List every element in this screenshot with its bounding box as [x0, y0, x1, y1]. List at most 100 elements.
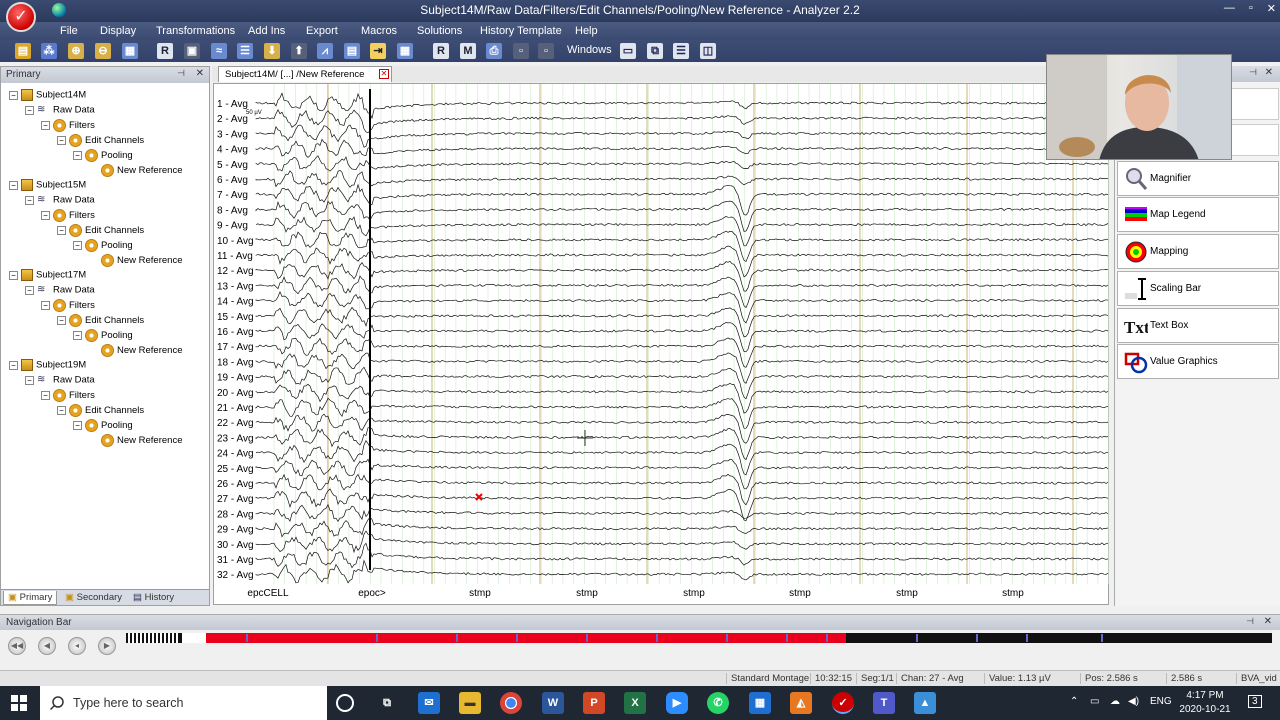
channel-label[interactable]: 27 - Avg — [217, 494, 254, 505]
collapse-icon[interactable]: − — [25, 375, 34, 385]
eeg-view[interactable]: 1 - Avg 2 - Avg 3 - Avg 4 - Avg 5 - Avg 6 - A… — [213, 83, 1109, 605]
tree-item[interactable]: − Edit Channels — [57, 314, 144, 329]
tool-text-box[interactable]: Txt Text Box — [1117, 308, 1279, 343]
collapse-icon[interactable]: − — [9, 90, 18, 100]
channel-label[interactable]: 22 - Avg — [217, 418, 254, 429]
analyzer-app-icon[interactable]: ✓ — [6, 2, 36, 32]
channel-label[interactable]: 26 - Avg — [217, 479, 254, 490]
pin-icon[interactable]: ⊣ — [1249, 67, 1257, 78]
tree-item[interactable]: − Edit Channels — [57, 134, 144, 149]
collapse-icon[interactable]: − — [41, 121, 50, 130]
collapse-icon[interactable]: − — [41, 211, 50, 220]
grid-icon[interactable]: ▣ — [184, 43, 200, 59]
tree-item[interactable]: − Edit Channels — [57, 224, 144, 239]
collapse-icon[interactable]: − — [73, 151, 82, 160]
calendar-icon[interactable]: ▦ — [749, 692, 771, 714]
channel-label[interactable]: 14 - Avg — [217, 297, 254, 308]
peak-icon[interactable]: ⩘ — [317, 43, 333, 59]
tree-item[interactable]: − Subject15M — [9, 179, 86, 194]
tree-item[interactable]: − Filters — [41, 119, 95, 134]
windows-start-icon[interactable] — [11, 695, 27, 711]
channel-label[interactable]: 19 - Avg — [217, 373, 254, 384]
zoom-in-icon[interactable]: ⊕ — [68, 43, 84, 59]
tree-item[interactable]: − Filters — [41, 299, 95, 314]
event-marker-label[interactable]: stmp — [896, 588, 918, 599]
tree-item[interactable]: − Filters — [41, 209, 95, 224]
tool-slot[interactable] — [1231, 124, 1279, 156]
tree-item[interactable]: − Pooling — [73, 329, 133, 344]
export-icon[interactable]: ⎙ — [486, 43, 502, 59]
channel-label[interactable]: 15 - Avg — [217, 312, 254, 323]
navigation-markers[interactable] — [126, 633, 1272, 643]
channel-label[interactable]: 25 - Avg — [217, 464, 254, 475]
channel-label[interactable]: 6 - Avg — [217, 175, 248, 186]
collapse-icon[interactable]: − — [73, 241, 82, 250]
tool-map-legend[interactable]: Map Legend — [1117, 197, 1279, 232]
event-marker-label[interactable]: stmp — [1002, 588, 1024, 599]
notification-icon[interactable]: 3 — [1248, 695, 1262, 708]
tree-item[interactable]: − ≋ Raw Data — [25, 284, 95, 299]
tool-value-graphics[interactable]: Value Graphics — [1117, 344, 1279, 379]
menu-add-ins[interactable]: Add Ins — [248, 25, 285, 37]
zoom-out-icon[interactable]: ⊖ — [95, 43, 111, 59]
r-icon[interactable]: R — [157, 43, 173, 59]
collapse-icon[interactable]: − — [41, 301, 50, 310]
back-icon[interactable]: ◂ — [68, 637, 86, 655]
tree-item[interactable]: New Reference — [89, 254, 182, 269]
collapse-icon[interactable]: − — [9, 360, 18, 370]
close-tab-icon[interactable]: ✕ — [379, 69, 389, 79]
markers-icon[interactable]: ▤ — [344, 43, 360, 59]
channels-icon[interactable]: ☰ — [237, 43, 253, 59]
cortana-icon[interactable] — [336, 694, 354, 712]
channel-label[interactable]: 13 - Avg — [217, 281, 254, 292]
tree-item[interactable]: − Pooling — [73, 239, 133, 254]
m-icon[interactable]: M — [460, 43, 476, 59]
channel-label[interactable]: 9 - Avg — [217, 221, 248, 232]
pin-icon[interactable]: ⊣ — [177, 68, 185, 79]
collapse-icon[interactable]: − — [25, 285, 34, 295]
teams-icon[interactable]: T — [873, 692, 895, 714]
tab-primary[interactable]: ▣ Primary — [3, 591, 58, 605]
channel-label[interactable]: 29 - Avg — [217, 525, 254, 536]
menu-file[interactable]: File — [60, 25, 78, 37]
excel-icon[interactable]: X — [624, 692, 646, 714]
first-page-icon[interactable]: ◀◀ — [8, 637, 26, 655]
tree-item[interactable]: − Pooling — [73, 419, 133, 434]
transform-icon[interactable]: ⁂ — [41, 43, 57, 59]
channel-label[interactable]: 16 - Avg — [217, 327, 254, 338]
tray-volume-icon[interactable]: ◀) — [1128, 696, 1139, 707]
chrome-icon[interactable] — [500, 692, 522, 714]
channel-label[interactable]: 12 - Avg — [217, 266, 254, 277]
minimize-button[interactable]: — — [1224, 2, 1235, 15]
event-marker-label[interactable]: stmp — [576, 588, 598, 599]
collapse-icon[interactable]: − — [73, 421, 82, 430]
analyzer-taskbar-icon[interactable]: ✓ — [832, 692, 854, 714]
menu-macros[interactable]: Macros — [361, 25, 397, 37]
event-marker-label[interactable]: epcCELL — [247, 588, 289, 599]
channel-label[interactable]: 4 - Avg — [217, 145, 248, 156]
tree-item[interactable]: − Subject17M — [9, 269, 86, 284]
collapse-icon[interactable]: − — [41, 391, 50, 400]
tray-network-icon[interactable]: ☁ — [1110, 696, 1120, 707]
channel-label[interactable]: 17 - Avg — [217, 342, 254, 353]
collapse-icon[interactable]: − — [57, 406, 66, 415]
tool-mapping[interactable]: Mapping — [1117, 234, 1279, 269]
tab-history[interactable]: ▤ History — [129, 591, 178, 605]
open-icon[interactable]: ▤ — [15, 43, 31, 59]
r2-icon[interactable]: R — [433, 43, 449, 59]
taskbar-clock[interactable]: 4:17 PM 2020-10-21 — [1174, 689, 1236, 717]
channel-label[interactable]: 7 - Avg — [217, 190, 248, 201]
pin-icon[interactable]: ⊣ — [1246, 616, 1254, 627]
up-arrow-icon[interactable]: ⬆ — [291, 43, 307, 59]
channel-label[interactable]: 21 - Avg — [217, 403, 254, 414]
nav-segment[interactable] — [206, 633, 846, 643]
tree-item[interactable]: New Reference — [89, 434, 182, 449]
tile-horizontal-icon[interactable]: ⧉ — [647, 43, 663, 59]
prev-page-icon[interactable]: ◀ — [38, 637, 56, 655]
tool-magnifier[interactable]: Magnifier — [1117, 161, 1279, 196]
channel-label[interactable]: 11 - Avg — [217, 251, 253, 262]
menu-solutions[interactable]: Solutions — [417, 25, 462, 37]
document-tab[interactable]: Subject14M/ [...] /New Reference ✕ — [218, 66, 392, 82]
channel-label[interactable]: 3 - Avg — [217, 129, 248, 140]
channel-label[interactable]: 23 - Avg — [217, 433, 254, 444]
